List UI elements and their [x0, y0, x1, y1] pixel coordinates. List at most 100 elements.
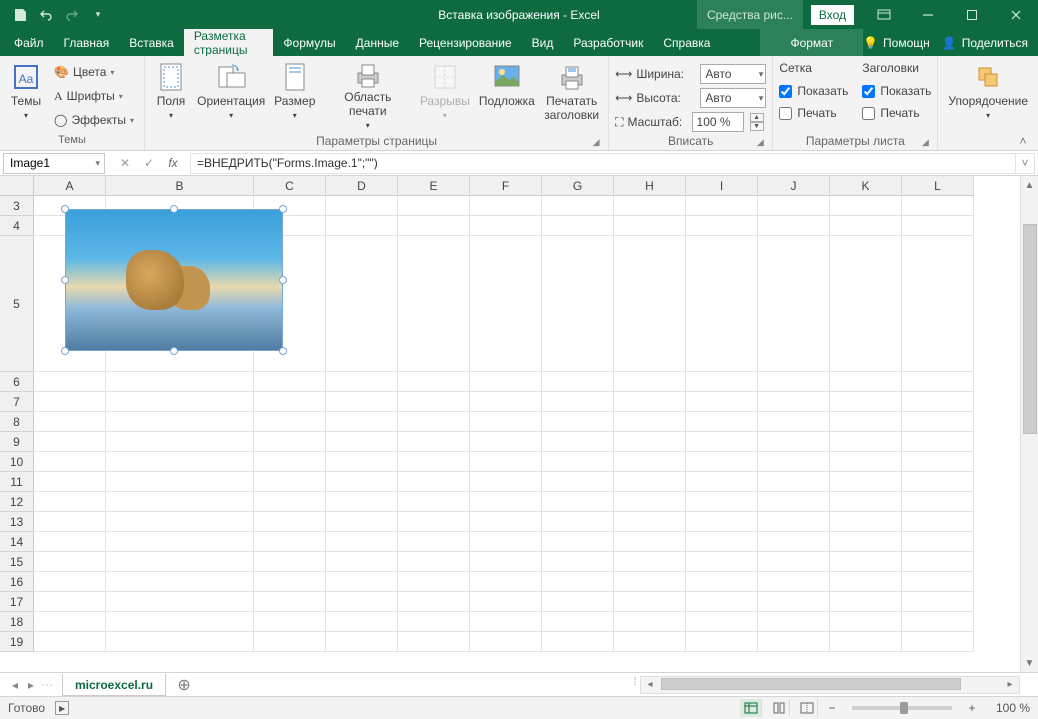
scale-input[interactable]: 100 %: [692, 112, 744, 132]
cell[interactable]: [830, 552, 902, 572]
column-header[interactable]: J: [758, 176, 830, 196]
scroll-down-icon[interactable]: ▼: [1021, 654, 1038, 672]
cell[interactable]: [106, 392, 254, 412]
cell[interactable]: [470, 552, 542, 572]
cell[interactable]: [902, 412, 974, 432]
select-all-corner[interactable]: [0, 176, 34, 196]
page-setup-launcher-icon[interactable]: ◢: [590, 137, 602, 149]
cell[interactable]: [830, 236, 902, 372]
cell[interactable]: [106, 612, 254, 632]
cell[interactable]: [542, 196, 614, 216]
cell[interactable]: [34, 412, 106, 432]
cell[interactable]: [254, 592, 326, 612]
cell[interactable]: [542, 452, 614, 472]
cell[interactable]: [326, 236, 398, 372]
cell[interactable]: [830, 632, 902, 652]
cell[interactable]: [542, 472, 614, 492]
sign-in-button[interactable]: Вход: [811, 5, 854, 25]
scale-spinner[interactable]: ▲▼: [750, 113, 764, 131]
cell[interactable]: [614, 552, 686, 572]
cell[interactable]: [614, 612, 686, 632]
row-header[interactable]: 16: [0, 572, 34, 592]
row-header[interactable]: 11: [0, 472, 34, 492]
cell[interactable]: [902, 196, 974, 216]
cell[interactable]: [106, 552, 254, 572]
cell[interactable]: [758, 432, 830, 452]
cell[interactable]: [470, 432, 542, 452]
cell[interactable]: [326, 492, 398, 512]
normal-view-icon[interactable]: [740, 699, 762, 717]
cell[interactable]: [326, 216, 398, 236]
tell-me-button[interactable]: 💡Помощн: [863, 36, 930, 50]
headings-view-checkbox[interactable]: Показать: [862, 81, 931, 101]
cell[interactable]: [686, 236, 758, 372]
cell[interactable]: [614, 512, 686, 532]
cell[interactable]: [326, 392, 398, 412]
cell[interactable]: [34, 612, 106, 632]
tab-справка[interactable]: Справка: [653, 29, 720, 56]
cell[interactable]: [902, 552, 974, 572]
cell[interactable]: [106, 512, 254, 532]
cell[interactable]: [398, 392, 470, 412]
cell[interactable]: [902, 532, 974, 552]
cell[interactable]: [830, 612, 902, 632]
cell[interactable]: [686, 632, 758, 652]
qat-customize-icon[interactable]: ▾: [86, 3, 110, 27]
cell[interactable]: [398, 472, 470, 492]
cell[interactable]: [542, 512, 614, 532]
effects-button[interactable]: ◯Эффекты▾: [50, 109, 138, 131]
height-select[interactable]: Авто▾: [700, 88, 766, 108]
cell[interactable]: [106, 412, 254, 432]
cell[interactable]: [106, 492, 254, 512]
tab-scroll-splitter[interactable]: ⁞: [632, 676, 638, 694]
cell[interactable]: [614, 572, 686, 592]
cell[interactable]: [470, 196, 542, 216]
cell[interactable]: [902, 492, 974, 512]
column-header[interactable]: I: [686, 176, 758, 196]
cell[interactable]: [686, 432, 758, 452]
column-header[interactable]: K: [830, 176, 902, 196]
cell[interactable]: [758, 472, 830, 492]
cell[interactable]: [542, 236, 614, 372]
tab-рецензирование[interactable]: Рецензирование: [409, 29, 522, 56]
cell[interactable]: [758, 392, 830, 412]
cell[interactable]: [470, 532, 542, 552]
cell[interactable]: [326, 472, 398, 492]
cell[interactable]: [34, 432, 106, 452]
new-sheet-button[interactable]: ⊕: [172, 674, 196, 696]
gridlines-view-checkbox[interactable]: Показать: [779, 81, 848, 101]
cell[interactable]: [326, 592, 398, 612]
cell[interactable]: [470, 392, 542, 412]
cell[interactable]: [542, 372, 614, 392]
cell[interactable]: [542, 572, 614, 592]
cell[interactable]: [614, 472, 686, 492]
cell[interactable]: [470, 452, 542, 472]
row-header[interactable]: 3: [0, 196, 34, 216]
row-header[interactable]: 13: [0, 512, 34, 532]
cell[interactable]: [758, 612, 830, 632]
cell[interactable]: [34, 372, 106, 392]
row-header[interactable]: 14: [0, 532, 34, 552]
cell[interactable]: [326, 632, 398, 652]
cell[interactable]: [34, 392, 106, 412]
cell[interactable]: [758, 236, 830, 372]
cell[interactable]: [830, 472, 902, 492]
cell[interactable]: [542, 632, 614, 652]
row-header[interactable]: 8: [0, 412, 34, 432]
cell[interactable]: [398, 632, 470, 652]
print-area-button[interactable]: Область печати▾: [322, 59, 413, 131]
cell[interactable]: [470, 632, 542, 652]
size-button[interactable]: Размер▾: [271, 59, 318, 131]
enter-formula-icon[interactable]: ✓: [138, 156, 160, 170]
redo-icon[interactable]: [60, 3, 84, 27]
cell[interactable]: [542, 392, 614, 412]
arrange-button[interactable]: Упорядочение▾: [944, 59, 1032, 131]
row-header[interactable]: 4: [0, 216, 34, 236]
cell[interactable]: [686, 392, 758, 412]
cell[interactable]: [614, 492, 686, 512]
expand-formula-bar-icon[interactable]: ˅: [1015, 153, 1035, 174]
cell[interactable]: [326, 372, 398, 392]
cell[interactable]: [686, 532, 758, 552]
cell[interactable]: [326, 452, 398, 472]
row-header[interactable]: 12: [0, 492, 34, 512]
